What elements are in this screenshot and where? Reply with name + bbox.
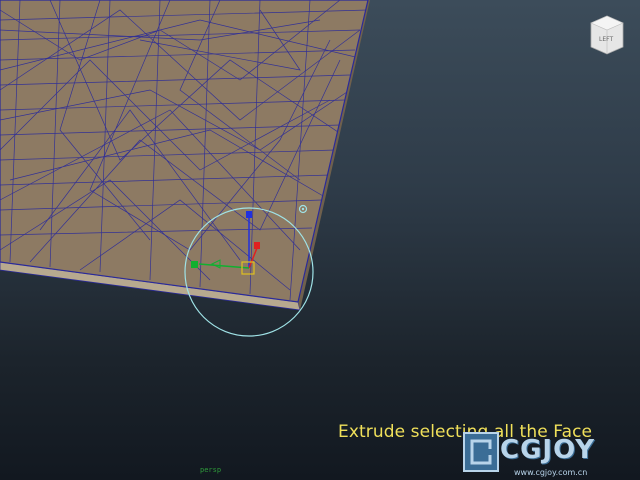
cgjoy-logo-icon: CGJOY www.cgjoy.com.cn [462,425,640,480]
view-cube-icon[interactable]: LEFT [587,14,627,58]
scene-canvas[interactable] [0,0,640,480]
camera-status-label: persp [200,466,222,474]
watermark-brand: CGJOY [500,435,596,465]
view-cube-label: LEFT [599,36,614,43]
rotate-handle-dot [301,207,305,211]
maya-viewport[interactable]: LEFT Extrude selecting all the Face pers… [0,0,640,480]
y-axis-handle[interactable] [246,211,252,218]
watermark-url: www.cgjoy.com.cn [514,468,588,477]
z-axis-handle[interactable] [191,261,198,268]
x-axis-handle[interactable] [254,242,260,249]
